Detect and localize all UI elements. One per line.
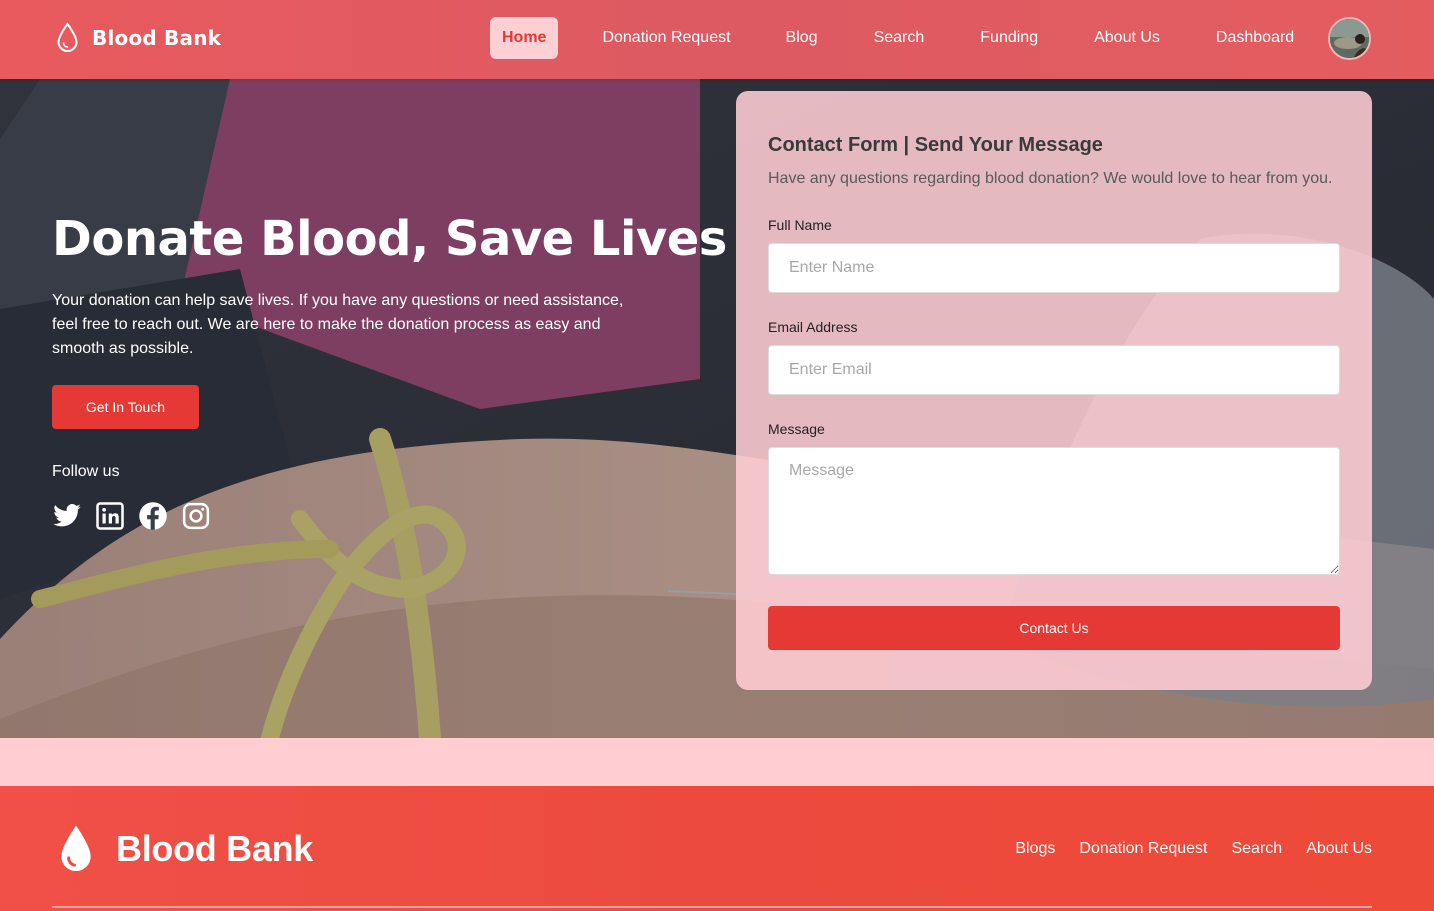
avatar-photo	[1330, 19, 1369, 58]
brand-name: Blood Bank	[92, 26, 222, 50]
footer-brand-name: Blood Bank	[116, 828, 314, 869]
top-navbar: Blood Bank Home Donation Request Blog Se…	[0, 0, 1434, 79]
footer-nav: Blogs Donation Request Search About Us	[1015, 840, 1372, 858]
hero-section: Donate Blood, Save Lives Your donation c…	[0, 79, 1434, 738]
full-name-label: Full Name	[768, 217, 832, 233]
message-textarea[interactable]	[768, 447, 1340, 575]
footer-donation-request-link[interactable]: Donation Request	[1079, 840, 1207, 858]
contact-form: Contact Form | Send Your Message Have an…	[736, 91, 1372, 690]
footer-brand[interactable]: Blood Bank	[58, 824, 313, 874]
footer-divider	[52, 906, 1372, 908]
twitter-icon[interactable]	[52, 501, 82, 531]
instagram-icon[interactable]	[181, 501, 211, 531]
full-name-input[interactable]	[768, 243, 1340, 293]
footer-about-us-link[interactable]: About Us	[1306, 840, 1372, 858]
blood-drop-icon	[61, 825, 91, 872]
section-spacer	[0, 738, 1434, 786]
hero-title: Donate Blood, Save Lives	[52, 211, 727, 267]
message-label: Message	[768, 421, 825, 437]
main-nav: Home Donation Request Blog Search Fundin…	[490, 17, 1294, 59]
contact-form-title: Contact Form | Send Your Message	[768, 134, 1103, 156]
nav-home-link[interactable]: Home	[490, 17, 559, 59]
get-in-touch-button[interactable]: Get In Touch	[52, 385, 199, 429]
social-links	[52, 501, 211, 531]
nav-blog-link[interactable]: Blog	[786, 29, 818, 47]
contact-form-subtitle: Have any questions regarding blood donat…	[768, 170, 1333, 187]
facebook-icon[interactable]	[138, 501, 168, 531]
nav-search-link[interactable]: Search	[874, 29, 925, 47]
nav-funding-link[interactable]: Funding	[980, 29, 1038, 47]
email-input[interactable]	[768, 345, 1340, 395]
follow-us-label: Follow us	[52, 463, 120, 480]
footer-search-link[interactable]: Search	[1231, 840, 1282, 858]
nav-about-us-link[interactable]: About Us	[1094, 29, 1160, 47]
nav-donation-request-link[interactable]: Donation Request	[602, 29, 730, 47]
linkedin-icon[interactable]	[95, 501, 125, 531]
footer: Blood Bank Blogs Donation Request Search…	[0, 786, 1434, 911]
nav-dashboard-link[interactable]: Dashboard	[1216, 29, 1294, 47]
contact-us-button[interactable]: Contact Us	[768, 606, 1340, 650]
hero-description: Your donation can help save lives. If yo…	[52, 292, 624, 357]
email-address-label: Email Address	[768, 319, 858, 335]
user-avatar[interactable]	[1328, 17, 1371, 60]
blood-drop-icon	[57, 22, 78, 52]
footer-blogs-link[interactable]: Blogs	[1015, 840, 1055, 858]
brand-logo[interactable]: Blood Bank	[55, 22, 221, 54]
